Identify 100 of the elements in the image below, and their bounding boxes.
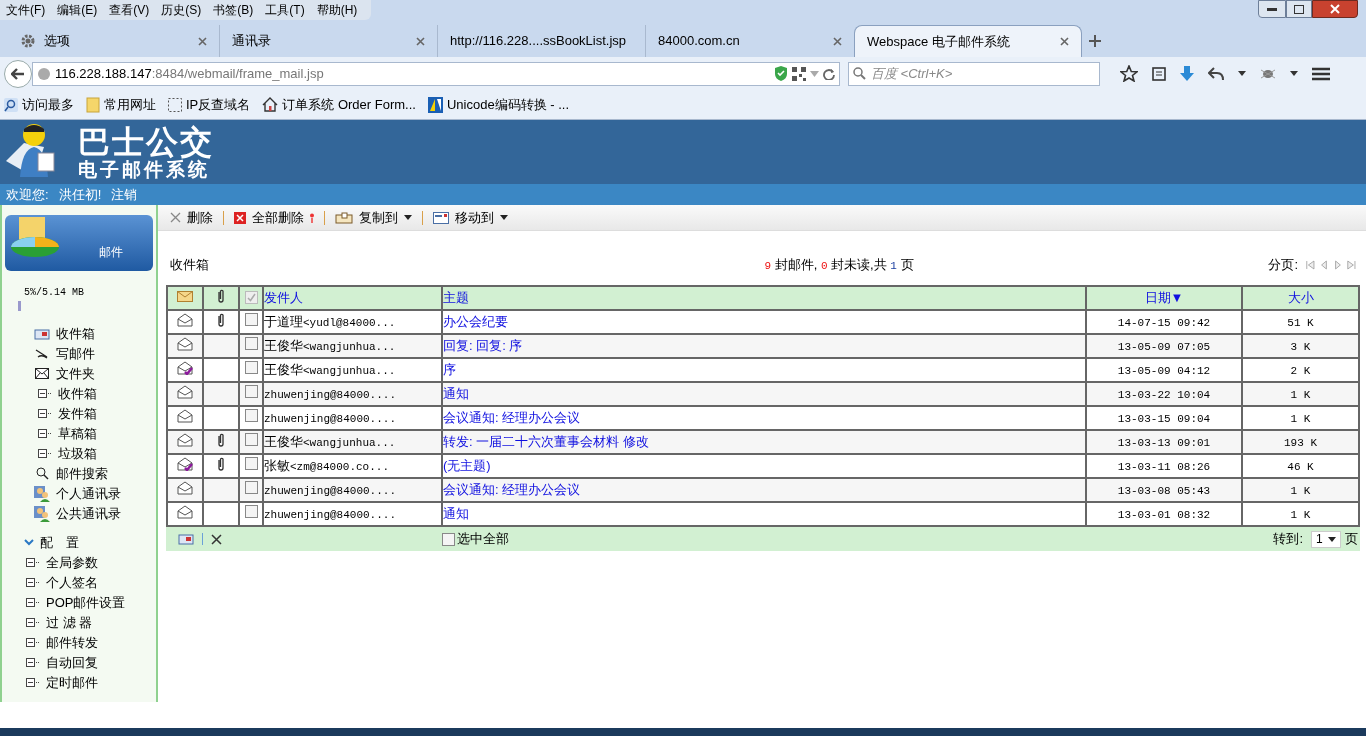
nav-item[interactable]: 自动回复 (46, 652, 98, 673)
nav-item[interactable]: POP邮件设置 (46, 592, 126, 613)
shield-icon (774, 66, 788, 81)
checkbox[interactable] (244, 337, 258, 350)
menu-item[interactable]: 工具(T) (259, 1, 311, 19)
nav-item[interactable]: 收件箱 (58, 383, 97, 404)
toolbar-button[interactable]: 移动到 (433, 207, 508, 228)
toolbar-button[interactable]: 删除 (170, 207, 213, 228)
subject-link[interactable]: 办公会纪要 (443, 314, 508, 330)
date-cell: 13-05-09 04:12 (1117, 364, 1211, 377)
menu-icon[interactable] (1312, 66, 1330, 81)
toolbar-button[interactable]: 复制到 (335, 207, 412, 228)
paperclip-icon (217, 431, 225, 448)
menu-item[interactable]: 文件(F) (0, 1, 52, 19)
bookmark-link[interactable]: 访问最多 (22, 94, 74, 115)
bookmark-link[interactable]: 常用网址 (104, 94, 156, 115)
size-cell: 1 K (1290, 388, 1311, 401)
nav-item[interactable]: 草稿箱 (58, 423, 97, 444)
caret-icon[interactable] (1238, 71, 1246, 76)
checkbox[interactable] (244, 385, 258, 398)
mail-section-header[interactable]: 邮件 (5, 215, 153, 271)
select-all-label[interactable]: 选中全部 (457, 529, 509, 549)
subject-link[interactable]: 通知 (443, 386, 469, 402)
bookmark-link[interactable]: IP反查域名 (186, 94, 251, 115)
maximize-button[interactable] (1286, 0, 1312, 18)
chevron-down-icon[interactable] (24, 539, 34, 546)
column-header[interactable]: 日期▼ (1086, 286, 1242, 310)
subject-link[interactable]: 序 (443, 362, 456, 378)
pager-arrow-icon[interactable] (1347, 259, 1356, 271)
close-icon (1330, 4, 1340, 14)
bookmark-link[interactable]: 订单系统 Order Form... (282, 94, 416, 115)
pager-arrow-icon[interactable] (1319, 259, 1329, 271)
subject-link[interactable]: 会议通知: 经理办公会议 (443, 410, 581, 426)
undo-icon[interactable] (1208, 66, 1224, 81)
caret-icon[interactable] (1290, 71, 1298, 76)
pager-label: 分页: (1267, 256, 1298, 275)
address-field[interactable]: 116.228.188.147:8484/webmail/frame_mail.jsp (32, 61, 840, 86)
delete-icon (234, 211, 246, 224)
menu-item[interactable]: 帮助(H) (310, 1, 364, 19)
nav-item[interactable]: 写邮件 (56, 343, 95, 364)
close-button[interactable] (1312, 0, 1358, 18)
browser-tab[interactable]: 84000.com.cn (646, 25, 854, 57)
nav-item[interactable]: 公共通讯录 (56, 503, 121, 524)
close-icon[interactable] (211, 533, 222, 545)
nav-item[interactable]: 邮件搜索 (56, 463, 108, 484)
close-icon (198, 36, 207, 46)
bug-icon[interactable] (1260, 67, 1276, 80)
back-button[interactable] (4, 59, 32, 88)
logout-link[interactable]: 注销 (111, 184, 138, 205)
reading-list-icon[interactable] (1152, 66, 1166, 81)
nav-item[interactable]: 个人通讯录 (56, 483, 121, 504)
checkbox[interactable] (244, 291, 258, 304)
subject-link[interactable]: 回复: 回复: 序 (443, 338, 523, 354)
nav-item[interactable]: 发件箱 (58, 403, 97, 424)
nav-item[interactable]: 过 滤 器 (46, 612, 93, 633)
subject-link[interactable]: 通知 (443, 506, 469, 522)
search-field[interactable]: 百度 <Ctrl+K> (848, 61, 1100, 86)
checkbox[interactable] (244, 433, 258, 446)
toolbar-button[interactable]: 全部删除 (234, 207, 314, 228)
pager-arrow-icon[interactable] (1333, 259, 1343, 271)
minimize-button[interactable] (1258, 0, 1286, 18)
checkbox[interactable] (244, 457, 258, 470)
tree-node-icon (38, 428, 52, 439)
nav-item[interactable]: 文件夹 (56, 363, 95, 384)
column-header[interactable]: 发件人 (263, 286, 442, 310)
size-cell: 1 K (1290, 508, 1311, 521)
checkbox[interactable] (244, 481, 258, 494)
nav-item[interactable]: 垃圾箱 (58, 443, 97, 464)
section-title[interactable]: 配 置 (40, 532, 79, 553)
download-icon[interactable] (1180, 65, 1194, 82)
search-icon (35, 467, 49, 480)
checkbox[interactable] (244, 409, 258, 422)
date-cell: 13-03-01 08:32 (1117, 508, 1211, 521)
menu-item[interactable]: 书签(B) (207, 1, 260, 19)
column-header[interactable]: 主题 (442, 286, 1086, 310)
nav-item[interactable]: 收件箱 (56, 323, 95, 344)
nav-item[interactable]: 个人签名 (46, 572, 98, 593)
nav-item[interactable]: 全局参数 (46, 552, 98, 573)
nav-item[interactable]: 定时邮件 (46, 672, 98, 693)
menu-item[interactable]: 历史(S) (155, 1, 208, 19)
checkbox[interactable] (244, 313, 258, 326)
star-icon[interactable] (1120, 65, 1138, 82)
page-select[interactable]: 1 (1311, 530, 1341, 548)
subject-link[interactable]: 会议通知: 经理办公会议 (443, 482, 581, 498)
menu-item[interactable]: 查看(V) (103, 1, 156, 19)
nav-item[interactable]: 邮件转发 (46, 632, 98, 653)
checkbox[interactable] (244, 505, 258, 518)
tab-title: Webspace 电子邮件系统 (867, 32, 1011, 51)
goto-label: 转到: (1273, 530, 1303, 549)
alert-icon (310, 212, 314, 223)
browser-tab[interactable]: Webspace 电子邮件系统 (854, 25, 1082, 57)
menu-item[interactable]: 编辑(E) (51, 1, 104, 19)
subject-link[interactable]: (无主题) (443, 458, 491, 474)
checkbox[interactable] (442, 532, 455, 546)
pager-arrow-icon[interactable] (1306, 259, 1315, 271)
checkbox[interactable] (244, 361, 258, 374)
column-header[interactable]: 大小 (1242, 286, 1359, 310)
bookmark-link[interactable]: Unicode编码转换 - ... (446, 94, 569, 115)
inbox-icon[interactable] (178, 533, 194, 545)
back-arrow-icon (11, 67, 25, 80)
